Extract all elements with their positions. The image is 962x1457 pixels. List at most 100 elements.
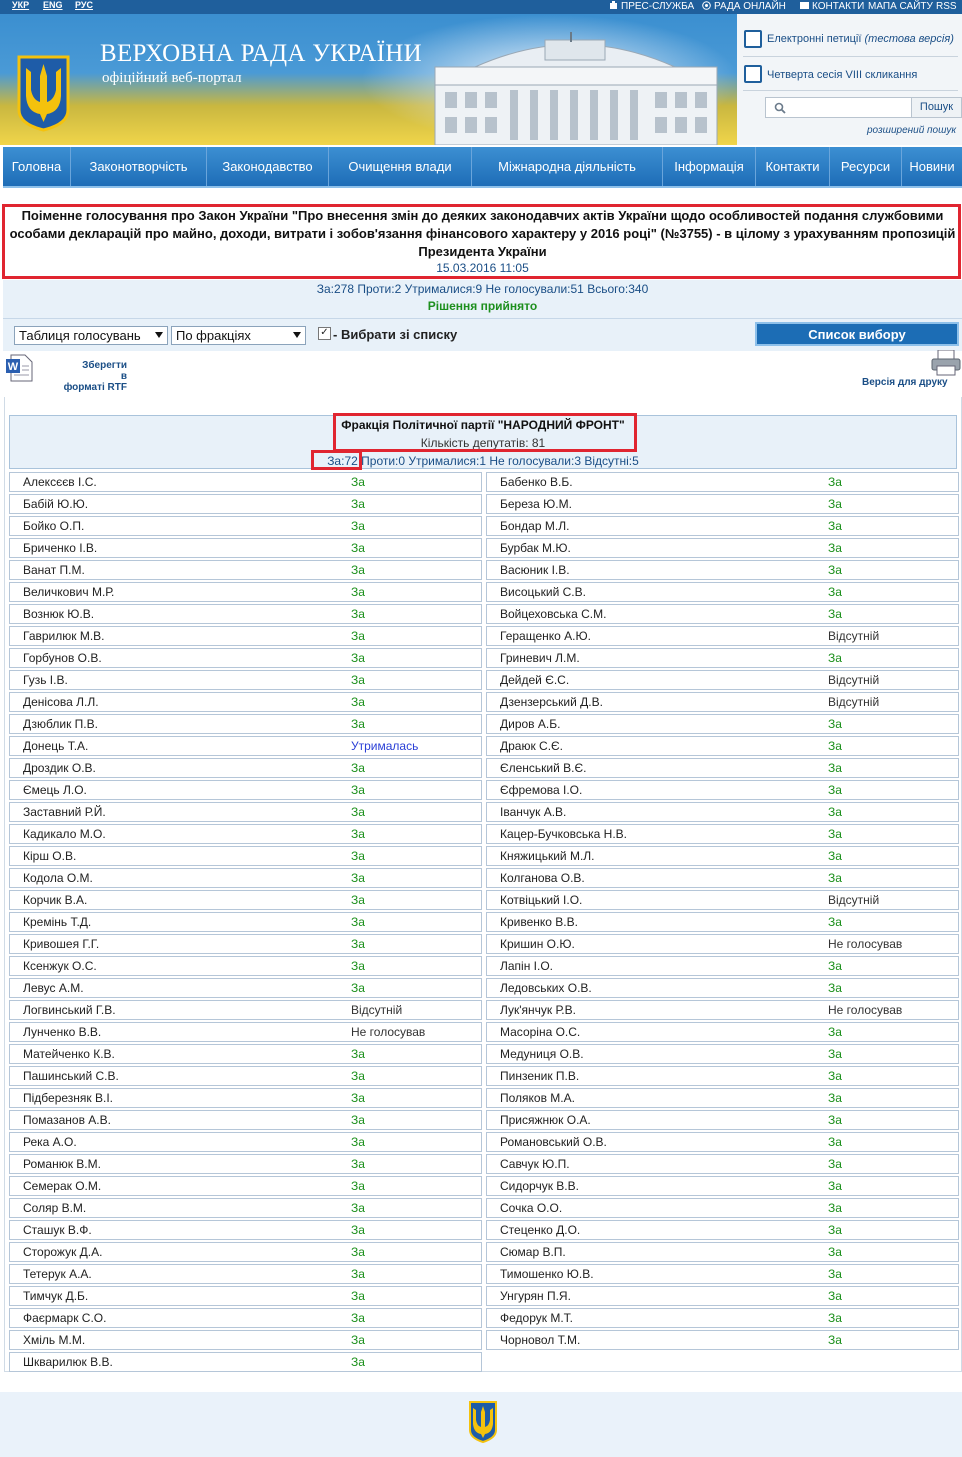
deputy-name-link[interactable]: Диров А.Б. <box>500 715 560 733</box>
view-select[interactable]: Таблиця голосувань <box>14 326 168 345</box>
selection-list-button[interactable]: Список вибору <box>755 322 959 346</box>
deputy-name-link[interactable]: Тетерук А.А. <box>23 1265 92 1283</box>
deputy-name-link[interactable]: Сочка О.О. <box>500 1199 562 1217</box>
deputy-name-link[interactable]: Кірш О.В. <box>23 847 76 865</box>
deputy-name-link[interactable]: Лунченко В.В. <box>23 1023 101 1041</box>
deputy-name-link[interactable]: Бондар М.Л. <box>500 517 569 535</box>
deputy-name-link[interactable]: Тимчук Д.Б. <box>23 1287 88 1305</box>
deputy-name-link[interactable]: Бурбак М.Ю. <box>500 539 571 557</box>
deputy-name-link[interactable]: Унгурян П.Я. <box>500 1287 571 1305</box>
deputy-name-link[interactable]: Єленський В.Є. <box>500 759 586 777</box>
nav-home[interactable]: Головна <box>3 147 71 186</box>
deputy-name-link[interactable]: Бриченко І.В. <box>23 539 97 557</box>
deputy-name-link[interactable]: Бабенко В.Б. <box>500 473 573 491</box>
deputy-name-link[interactable]: Алексєєв І.С. <box>23 473 97 491</box>
footer-trident-emblem[interactable] <box>468 1400 498 1444</box>
deputy-name-link[interactable]: Береза Ю.М. <box>500 495 572 513</box>
deputy-name-link[interactable]: Войцеховська С.М. <box>500 605 606 623</box>
word-document-icon[interactable]: W <box>5 354 33 382</box>
lang-ukr-link[interactable]: УКР <box>12 0 29 10</box>
deputy-name-link[interactable]: Величкович М.Р. <box>23 583 114 601</box>
deputy-name-link[interactable]: Левус А.М. <box>23 979 84 997</box>
deputy-name-link[interactable]: Заставний Р.Й. <box>23 803 106 821</box>
nav-lustration[interactable]: Очищення влади <box>329 147 472 186</box>
deputy-name-link[interactable]: Горбунов О.В. <box>23 649 102 667</box>
deputy-name-link[interactable]: Кацер-Бучковська Н.В. <box>500 825 627 843</box>
nav-legislation[interactable]: Законодавство <box>207 147 329 186</box>
deputy-name-link[interactable]: Іванчук А.В. <box>500 803 566 821</box>
deputy-name-link[interactable]: Чорновол Т.М. <box>500 1331 580 1349</box>
deputy-name-link[interactable]: Медуниця О.В. <box>500 1045 584 1063</box>
deputy-name-link[interactable]: Дзюблик П.В. <box>23 715 98 733</box>
rss-link[interactable]: RSS <box>936 0 957 13</box>
lang-eng-link[interactable]: ENG <box>43 0 63 10</box>
deputy-name-link[interactable]: Присяжнюк О.А. <box>500 1111 591 1129</box>
nav-lawmaking[interactable]: Законотворчість <box>71 147 207 186</box>
deputy-name-link[interactable]: Підберезняк В.І. <box>23 1089 113 1107</box>
nav-international[interactable]: Міжнародна діяльність <box>472 147 663 186</box>
deputy-name-link[interactable]: Сторожук Д.А. <box>23 1243 102 1261</box>
deputy-name-link[interactable]: Кришин О.Ю. <box>500 935 575 953</box>
deputy-name-link[interactable]: Денісова Л.Л. <box>23 693 99 711</box>
deputy-name-link[interactable]: Кривошея Г.Г. <box>23 935 99 953</box>
deputy-name-link[interactable]: Романюк В.М. <box>23 1155 101 1173</box>
deputy-name-link[interactable]: Сташук В.Ф. <box>23 1221 92 1239</box>
deputy-name-link[interactable]: Фаєрмарк С.О. <box>23 1309 106 1327</box>
deputy-name-link[interactable]: Колганова О.В. <box>500 869 585 887</box>
deputy-name-link[interactable]: Дроздик О.В. <box>23 759 96 777</box>
ukraine-trident-emblem[interactable] <box>16 54 71 132</box>
deputy-name-link[interactable]: Гаврилюк М.В. <box>23 627 105 645</box>
deputy-name-link[interactable]: Ксенжук О.С. <box>23 957 97 975</box>
press-service-link[interactable]: ПРЕС-СЛУЖБА <box>609 0 694 13</box>
search-button[interactable]: Пошук <box>912 97 962 118</box>
select-from-list-checkbox[interactable]: ✓ <box>318 327 331 340</box>
deputy-name-link[interactable]: Логвинський Г.В. <box>23 1001 116 1019</box>
print-version-link[interactable]: Версія для друку <box>862 377 948 388</box>
deputy-name-link[interactable]: Сюмар В.П. <box>500 1243 566 1261</box>
group-select[interactable]: По фракціях <box>171 326 306 345</box>
deputy-name-link[interactable]: Пашинський С.В. <box>23 1067 119 1085</box>
advanced-search-link[interactable]: розширений пошук <box>867 125 956 136</box>
deputy-name-link[interactable]: Поляков М.А. <box>500 1089 575 1107</box>
deputy-name-link[interactable]: Шкварилюк В.В. <box>23 1353 113 1371</box>
deputy-name-link[interactable]: Сидорчук В.В. <box>500 1177 579 1195</box>
deputy-name-link[interactable]: Ємець Л.О. <box>23 781 87 799</box>
deputy-name-link[interactable]: Стеценко Д.О. <box>500 1221 580 1239</box>
deputy-name-link[interactable]: Савчук Ю.П. <box>500 1155 570 1173</box>
deputy-name-link[interactable]: Кодола О.М. <box>23 869 93 887</box>
deputy-name-link[interactable]: Ванат П.М. <box>23 561 85 579</box>
deputy-name-link[interactable]: Хміль М.М. <box>23 1331 85 1349</box>
deputy-name-link[interactable]: Помазанов А.В. <box>23 1111 111 1129</box>
deputy-name-link[interactable]: Драюк С.Є. <box>500 737 563 755</box>
deputy-name-link[interactable]: Тимошенко Ю.В. <box>500 1265 594 1283</box>
deputy-name-link[interactable]: Пинзеник П.В. <box>500 1067 579 1085</box>
deputy-name-link[interactable]: Дейдей Є.С. <box>500 671 569 689</box>
e-petitions-link[interactable]: Електронні петиції (тестова версія) <box>767 33 954 45</box>
deputy-name-link[interactable]: Васюник І.В. <box>500 561 570 579</box>
deputy-name-link[interactable]: Бойко О.П. <box>23 517 84 535</box>
save-rtf-link[interactable]: Зберегти в форматі RTF <box>59 360 127 393</box>
deputy-name-link[interactable]: Масоріна О.С. <box>500 1023 580 1041</box>
deputy-name-link[interactable]: Княжицький М.Л. <box>500 847 595 865</box>
session-link[interactable]: Четверта сесія VIII скликання <box>767 69 917 81</box>
nav-resources[interactable]: Ресурси <box>830 147 902 186</box>
nav-contacts[interactable]: Контакти <box>756 147 830 186</box>
printer-icon[interactable] <box>930 350 962 376</box>
sitemap-link[interactable]: МАПА САЙТУ <box>868 0 933 13</box>
deputy-name-link[interactable]: Котвіцький І.О. <box>500 891 582 909</box>
deputy-name-link[interactable]: Гузь І.В. <box>23 671 68 689</box>
deputy-name-link[interactable]: Семерак О.М. <box>23 1177 101 1195</box>
deputy-name-link[interactable]: Матейченко К.В. <box>23 1045 115 1063</box>
deputy-name-link[interactable]: Лук'янчук Р.В. <box>500 1001 576 1019</box>
deputy-name-link[interactable]: Корчик В.А. <box>23 891 87 909</box>
deputy-name-link[interactable]: Висоцький С.В. <box>500 583 586 601</box>
contacts-top-link[interactable]: КОНТАКТИ <box>800 0 864 13</box>
deputy-name-link[interactable]: Кадикало М.О. <box>23 825 106 843</box>
deputy-name-link[interactable]: Вознюк Ю.В. <box>23 605 94 623</box>
nav-news[interactable]: Новини <box>902 147 962 186</box>
deputy-name-link[interactable]: Ледовських О.В. <box>500 979 592 997</box>
deputy-name-link[interactable]: Гриневич Л.М. <box>500 649 580 667</box>
rada-online-link[interactable]: РАДА ОНЛАЙН <box>702 0 786 13</box>
deputy-name-link[interactable]: Лапін І.О. <box>500 957 553 975</box>
deputy-name-link[interactable]: Донець Т.А. <box>23 737 88 755</box>
